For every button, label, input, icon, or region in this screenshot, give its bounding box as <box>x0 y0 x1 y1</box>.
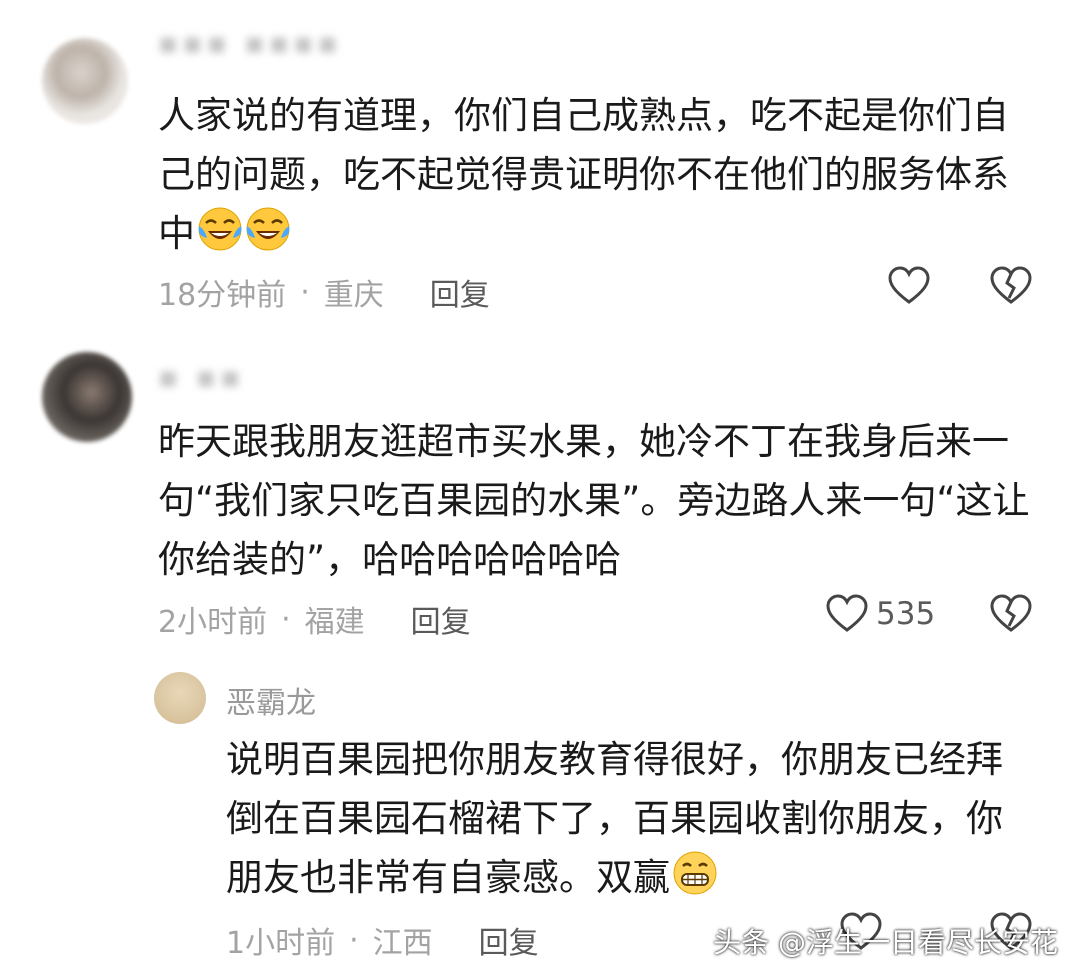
meta-separator: · <box>349 922 359 958</box>
comment-text: 昨天跟我朋友逛超市买水果，她冷不丁在我身后来一句“我们家只吃百果园的水果”。旁边… <box>158 412 1038 589</box>
comment-meta: 18分钟前 · 重庆 回复 <box>158 270 490 314</box>
broken-heart-icon <box>990 266 1032 304</box>
reply-button[interactable]: 回复 <box>430 270 490 314</box>
timestamp: 1小时前 <box>226 926 336 961</box>
like-button[interactable] <box>888 266 938 306</box>
username[interactable]: ▪▪▪ ▪▪▪▪ <box>158 26 342 61</box>
reply-button[interactable]: 回复 <box>411 597 471 641</box>
grinning-emoji <box>673 851 717 895</box>
reply-meta: 1小时前 · 江西 回复 <box>226 918 539 962</box>
reply-username[interactable]: 恶霸龙 <box>226 678 316 722</box>
avatar[interactable] <box>42 352 132 442</box>
comment-text: 人家说的有道理，你们自己成熟点，吃不起是你们自己的问题，吃不起觉得贵证明你不在他… <box>158 86 1038 263</box>
timestamp: 2小时前 <box>158 605 268 640</box>
timestamp: 18分钟前 <box>158 278 287 313</box>
comment-meta: 2小时前 · 福建 回复 <box>158 597 471 641</box>
like-count: 535 <box>876 596 936 632</box>
location: 福建 <box>304 605 365 640</box>
reply-text: 说明百果园把你朋友教育得很好，你朋友已经拜倒在百果园石榴裙下了，百果园收割你朋友… <box>226 730 1036 907</box>
reply-text-content: 说明百果园把你朋友教育得很好，你朋友已经拜倒在百果园石榴裙下了，百果园收割你朋友… <box>226 738 1003 899</box>
meta-separator: · <box>281 601 291 637</box>
dislike-button[interactable] <box>990 266 1032 306</box>
location: 江西 <box>372 926 433 961</box>
like-button[interactable]: 535 <box>826 594 935 634</box>
reply-button[interactable]: 回复 <box>479 918 539 962</box>
location: 重庆 <box>323 278 384 313</box>
watermark: 头条 @浮生一日看尽长安花 <box>713 926 1058 959</box>
dislike-button[interactable] <box>990 594 1032 634</box>
avatar[interactable] <box>42 38 128 124</box>
heart-icon <box>826 594 868 632</box>
reply-avatar[interactable] <box>154 672 206 724</box>
laughing-crying-emoji <box>198 207 242 251</box>
laughing-crying-emoji <box>246 207 290 251</box>
comment-text-content: 昨天跟我朋友逛超市买水果，她冷不丁在我身后来一句“我们家只吃百果园的水果”。旁边… <box>158 420 1030 581</box>
broken-heart-icon <box>990 594 1032 632</box>
username[interactable]: ▪ ▪▪ <box>158 360 245 395</box>
heart-icon <box>888 266 930 304</box>
meta-separator: · <box>300 274 310 310</box>
